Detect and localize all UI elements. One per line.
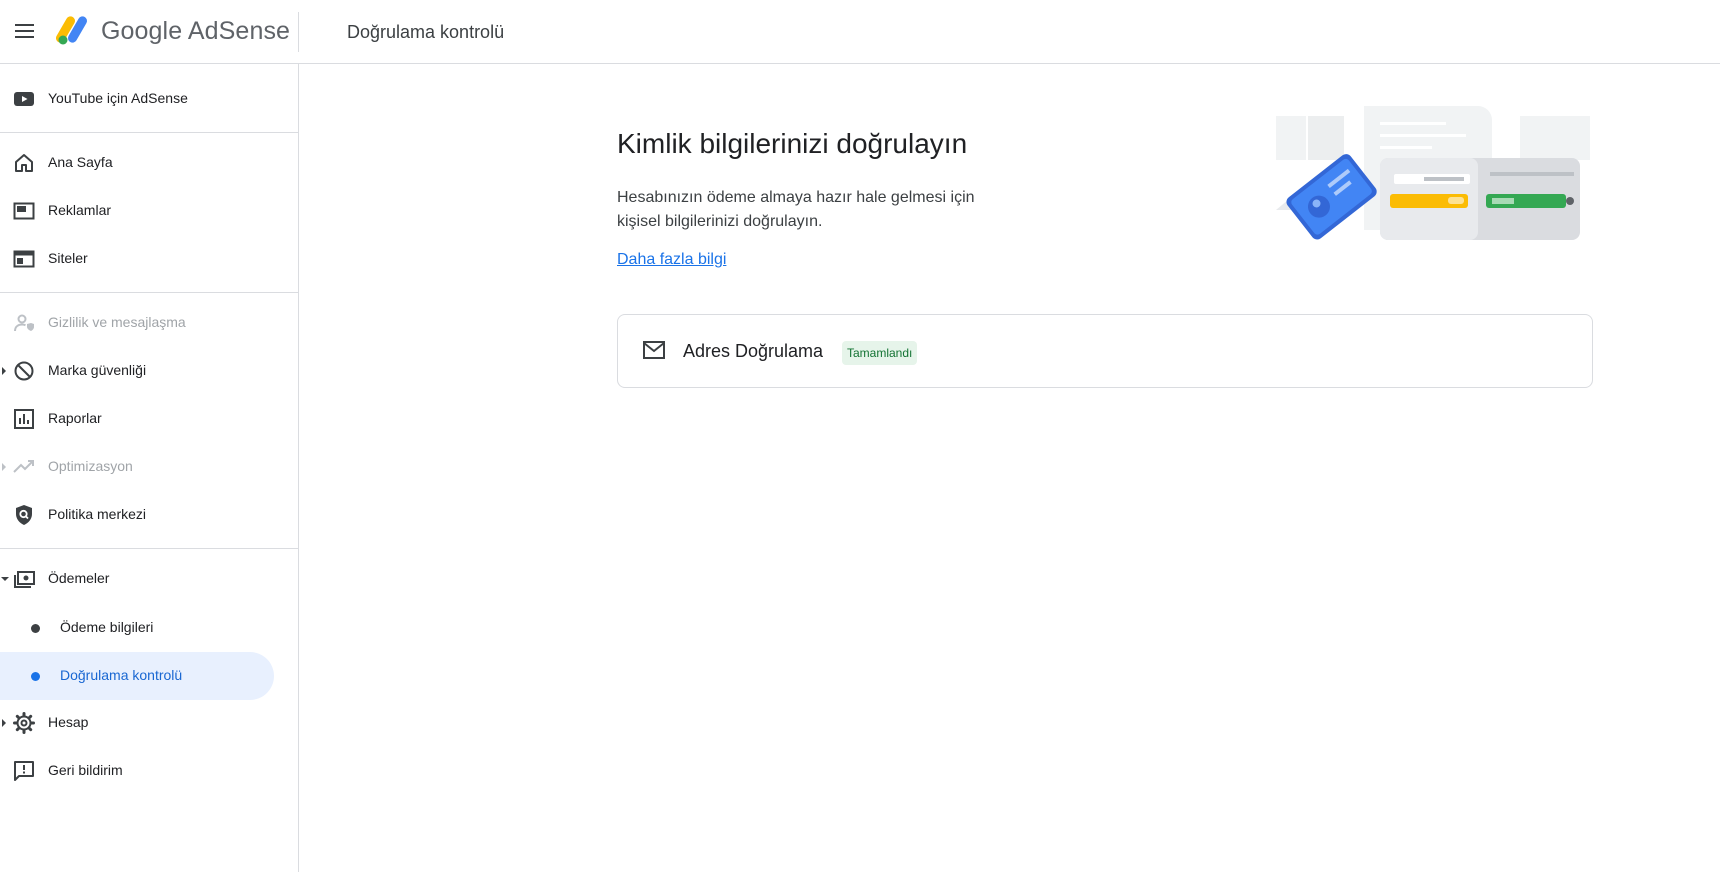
sidebar: YouTube için AdSense Ana Sayfa Reklamlar… xyxy=(0,64,299,872)
brand-name: Google AdSense xyxy=(101,17,291,45)
sidebar-item-label: Ödemeler xyxy=(48,570,110,586)
address-verification-card[interactable]: Adres Doğrulama Tamamlandı xyxy=(617,314,1593,388)
sidebar-item-feedback[interactable]: Geri bildirim xyxy=(0,748,298,794)
sidebar-item-label: Marka güvenliği xyxy=(48,362,147,378)
sidebar-item-label: Hesap xyxy=(48,714,89,730)
verification-heading: Kimlik bilgilerinizi doğrulayın xyxy=(617,128,968,159)
sidebar-item-account[interactable]: Hesap xyxy=(0,700,298,746)
sidebar-subitem-payment-info[interactable]: Ödeme bilgileri xyxy=(0,604,274,652)
sidebar-item-label: Raporlar xyxy=(48,410,102,426)
status-badge: Tamamlandı xyxy=(842,341,918,365)
home-icon xyxy=(15,154,33,172)
identity-verification-illustration xyxy=(1276,106,1590,240)
bullet-dot-icon xyxy=(31,672,40,681)
top-app-bar: Google AdSense Doğrulama kontrolü xyxy=(0,0,1720,64)
sidebar-item-label: Geri bildirim xyxy=(48,762,123,778)
expand-caret-icon xyxy=(2,463,6,471)
policy-shield-icon xyxy=(16,505,32,525)
sidebar-item-optimization[interactable]: Optimizasyon xyxy=(0,444,298,490)
sidebar-item-sites[interactable]: Siteler xyxy=(0,236,298,282)
sidebar-subitem-label: Ödeme bilgileri xyxy=(60,619,154,635)
expand-caret-icon xyxy=(2,367,6,375)
sidebar-item-label: YouTube için AdSense xyxy=(48,90,188,106)
sidebar-item-reports[interactable]: Raporlar xyxy=(0,396,298,442)
gear-icon xyxy=(13,712,35,734)
trending-icon xyxy=(13,460,34,473)
learn-more-link[interactable]: Daha fazla bilgi xyxy=(617,251,726,269)
block-icon xyxy=(14,361,34,381)
ads-icon xyxy=(13,202,35,220)
payments-icon xyxy=(14,571,35,588)
adsense-logo xyxy=(56,16,87,45)
sidebar-item-label: Siteler xyxy=(48,250,88,266)
sites-icon xyxy=(13,250,35,268)
header-divider xyxy=(298,12,299,52)
sidebar-item-payments[interactable]: Ödemeler xyxy=(0,556,298,602)
sidebar-divider xyxy=(0,548,298,549)
sidebar-item-label: Gizlilik ve mesajlaşma xyxy=(48,314,186,330)
sidebar-item-youtube-adsense[interactable]: YouTube için AdSense xyxy=(0,76,298,122)
sidebar-item-home[interactable]: Ana Sayfa xyxy=(0,140,298,186)
address-verification-label: Adres Doğrulama xyxy=(683,341,824,361)
privacy-icon xyxy=(14,314,34,332)
sidebar-item-ads[interactable]: Reklamlar xyxy=(0,188,298,234)
verification-description: Hesabınızın ödeme almaya hazır hale gelm… xyxy=(617,189,975,230)
sidebar-divider xyxy=(0,292,298,293)
sidebar-item-label: Optimizasyon xyxy=(48,458,133,474)
sidebar-item-label: Ana Sayfa xyxy=(48,154,113,170)
sidebar-item-label: Politika merkezi xyxy=(48,506,147,522)
sidebar-item-privacy-messaging[interactable]: Gizlilik ve mesajlaşma xyxy=(0,300,298,346)
sidebar-divider xyxy=(0,132,298,133)
feedback-icon xyxy=(14,761,34,781)
expand-caret-icon xyxy=(2,719,6,727)
bullet-dot-icon xyxy=(31,624,40,633)
reports-icon xyxy=(14,409,34,429)
youtube-icon xyxy=(14,92,34,106)
page-title: Doğrulama kontrolü xyxy=(347,22,505,42)
mail-icon xyxy=(643,341,665,359)
sidebar-subitem-verification-check[interactable]: Doğrulama kontrolü xyxy=(0,652,274,700)
hamburger-menu-icon[interactable] xyxy=(12,18,38,44)
sidebar-item-label: Reklamlar xyxy=(48,202,112,218)
sidebar-item-policy-center[interactable]: Politika merkezi xyxy=(0,492,298,538)
sidebar-item-brand-safety[interactable]: Marka güvenliği xyxy=(0,348,298,394)
collapse-caret-icon xyxy=(1,577,9,581)
sidebar-subitem-label: Doğrulama kontrolü xyxy=(60,667,183,683)
